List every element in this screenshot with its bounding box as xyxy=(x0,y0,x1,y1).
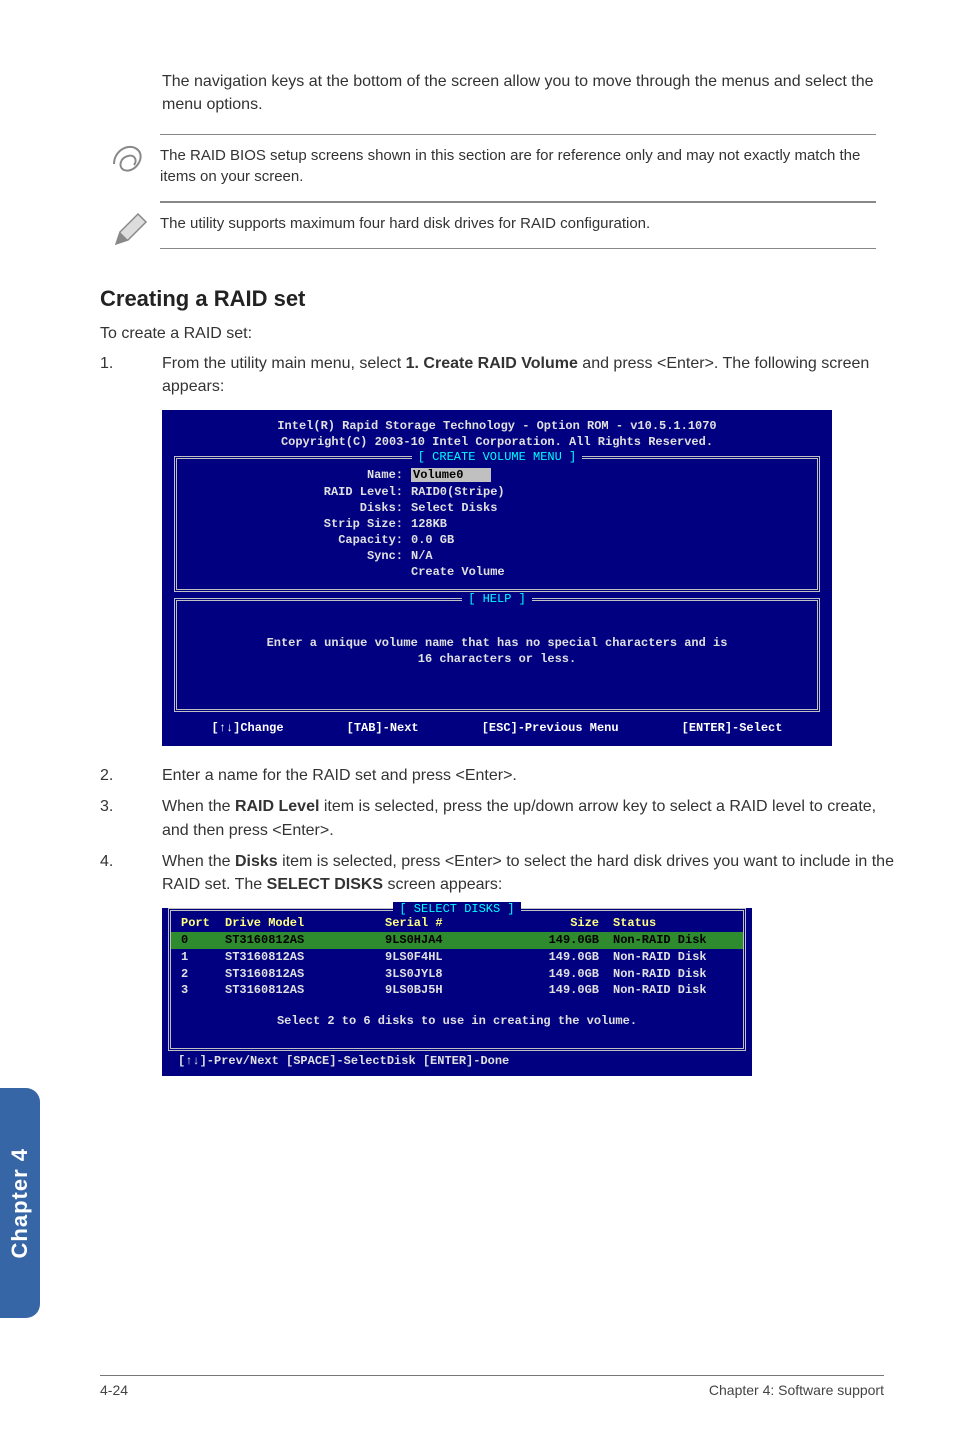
note-text-2: The utility supports maximum four hard d… xyxy=(160,202,876,249)
field-capacity-value[interactable]: 0.0 GB xyxy=(411,532,454,548)
step-bold: Disks xyxy=(235,853,278,870)
chapter-side-tab: Chapter 4 xyxy=(0,1088,40,1318)
step-number: 3. xyxy=(100,795,162,841)
field-strip-value[interactable]: 128KB xyxy=(411,516,447,532)
cell-size: 149.0GB xyxy=(523,949,613,966)
cell-status: Non-RAID Disk xyxy=(613,966,733,983)
cell-model: ST3160812AS xyxy=(225,966,385,983)
step-bold: SELECT DISKS xyxy=(267,876,383,893)
key-esc-prev: [ESC]-Previous Menu xyxy=(482,720,619,736)
bios-screen-create-volume: Intel(R) Rapid Storage Technology - Opti… xyxy=(162,410,832,746)
cell-model: ST3160812AS xyxy=(225,932,385,949)
step-number: 1. xyxy=(100,352,162,398)
page-number: 4-24 xyxy=(100,1382,128,1398)
field-capacity-label: Capacity: xyxy=(191,532,411,548)
intro-paragraph: The navigation keys at the bottom of the… xyxy=(162,70,894,116)
field-sync-label: Sync: xyxy=(191,548,411,564)
cell-size: 149.0GB xyxy=(523,966,613,983)
chapter-side-label: Chapter 4 xyxy=(7,1148,33,1258)
cell-model: ST3160812AS xyxy=(225,982,385,999)
step-number: 2. xyxy=(100,764,162,787)
cell-serial: 9LS0HJA4 xyxy=(385,932,523,949)
key-tab-next: [TAB]-Next xyxy=(347,720,419,736)
chapter-footer-title: Chapter 4: Software support xyxy=(709,1382,884,1398)
step-text: screen appears: xyxy=(383,876,502,893)
step-text: When the xyxy=(162,853,235,870)
note-row-1: The RAID BIOS setup screens shown in thi… xyxy=(100,134,876,202)
bios2-footer-keys: [↑↓]-Prev/Next [SPACE]-SelectDisk [ENTER… xyxy=(162,1053,752,1076)
footer-rule xyxy=(100,1375,884,1376)
disk-row[interactable]: 3 ST3160812AS 9LS0BJ5H 149.0GB Non-RAID … xyxy=(171,982,743,999)
bios-help-line2: 16 characters or less. xyxy=(201,651,793,667)
note-row-2: The utility supports maximum four hard d… xyxy=(100,202,876,252)
cell-size: 149.0GB xyxy=(523,982,613,999)
field-raid-value[interactable]: RAID0(Stripe) xyxy=(411,484,505,500)
disk-row[interactable]: 1 ST3160812AS 9LS0F4HL 149.0GB Non-RAID … xyxy=(171,949,743,966)
cell-status: Non-RAID Disk xyxy=(613,949,733,966)
step-3: 3. When the RAID Level item is selected,… xyxy=(100,795,894,841)
field-disks-label: Disks: xyxy=(191,500,411,516)
lead-text: To create a RAID set: xyxy=(100,322,894,345)
cell-serial: 3LS0JYL8 xyxy=(385,966,523,983)
step-number: 4. xyxy=(100,850,162,896)
cell-serial: 9LS0F4HL xyxy=(385,949,523,966)
bios-frame-help: [ HELP ] Enter a unique volume name that… xyxy=(174,598,820,712)
step-4: 4. When the Disks item is selected, pres… xyxy=(100,850,894,896)
cell-status: Non-RAID Disk xyxy=(613,932,733,949)
step-bold: 1. Create RAID Volume xyxy=(406,355,578,372)
field-disks-value[interactable]: Select Disks xyxy=(411,500,497,516)
bios-frame-label: [ CREATE VOLUME MENU ] xyxy=(412,450,582,464)
field-name-label: Name: xyxy=(191,467,411,483)
pencil-icon xyxy=(100,202,160,252)
cell-status: Non-RAID Disk xyxy=(613,982,733,999)
bios-frame-create: [ CREATE VOLUME MENU ] Name:Volume0 RAID… xyxy=(174,456,820,591)
cell-serial: 9LS0BJ5H xyxy=(385,982,523,999)
field-sync-value: N/A xyxy=(411,548,433,564)
cell-port: 0 xyxy=(181,932,225,949)
cell-model: ST3160812AS xyxy=(225,949,385,966)
step-bold: RAID Level xyxy=(235,798,319,815)
bios-help-line1: Enter a unique volume name that has no s… xyxy=(201,635,793,651)
key-change: [↑↓]Change xyxy=(212,720,284,736)
cell-port: 2 xyxy=(181,966,225,983)
field-strip-label: Strip Size: xyxy=(191,516,411,532)
field-raid-label: RAID Level: xyxy=(191,484,411,500)
disk-row[interactable]: 2 ST3160812AS 3LS0JYL8 149.0GB Non-RAID … xyxy=(171,966,743,983)
step-2: 2. Enter a name for the RAID set and pre… xyxy=(100,764,894,787)
bios2-frame-label: [ SELECT DISKS ] xyxy=(393,902,520,916)
bios-title-line1: Intel(R) Rapid Storage Technology - Opti… xyxy=(172,418,822,434)
bios-help-label: [ HELP ] xyxy=(462,592,532,606)
bios2-help-text: Select 2 to 6 disks to use in creating t… xyxy=(171,999,743,1042)
create-volume-action[interactable]: Create Volume xyxy=(411,564,505,580)
step-1: 1. From the utility main menu, select 1.… xyxy=(100,352,894,398)
section-heading: Creating a RAID set xyxy=(100,286,894,312)
paperclip-icon xyxy=(100,134,160,180)
key-enter-select: [ENTER]-Select xyxy=(682,720,783,736)
cell-port: 1 xyxy=(181,949,225,966)
step-text: When the xyxy=(162,798,235,815)
note-text-1: The RAID BIOS setup screens shown in thi… xyxy=(160,134,876,202)
cell-port: 3 xyxy=(181,982,225,999)
bios-screen-select-disks: [ SELECT DISKS ] Port Drive Model Serial… xyxy=(162,908,752,1076)
field-name-value[interactable]: Volume0 xyxy=(411,468,491,482)
cell-size: 149.0GB xyxy=(523,932,613,949)
bios-title-line2: Copyright(C) 2003-10 Intel Corporation. … xyxy=(172,434,822,450)
bios-footer-keys: [↑↓]Change [TAB]-Next [ESC]-Previous Men… xyxy=(162,712,832,746)
step-text: From the utility main menu, select xyxy=(162,355,406,372)
disk-row[interactable]: 0 ST3160812AS 9LS0HJA4 149.0GB Non-RAID … xyxy=(171,932,743,949)
step-text: Enter a name for the RAID set and press … xyxy=(162,764,894,787)
